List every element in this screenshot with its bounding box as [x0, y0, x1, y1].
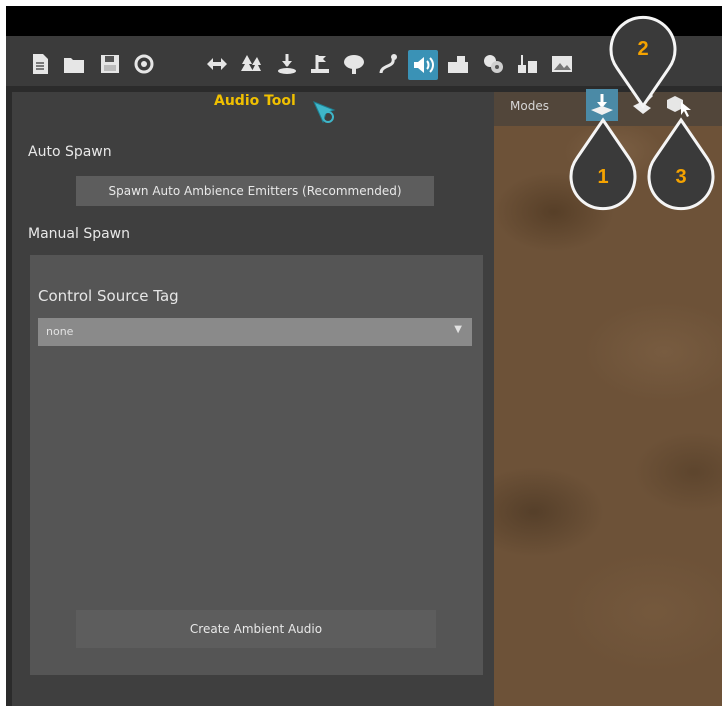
- create-ambient-audio-button[interactable]: Create Ambient Audio: [76, 610, 436, 648]
- mouse-cursor-icon: [312, 100, 338, 130]
- callout-1-number: 1: [597, 166, 608, 188]
- callout-1: 1: [569, 117, 637, 211]
- spawn-auto-ambience-button[interactable]: Spawn Auto Ambience Emitters (Recommende…: [76, 176, 434, 206]
- callout-3: 3: [647, 117, 715, 211]
- gear-group-icon[interactable]: [481, 52, 505, 76]
- image-icon[interactable]: [550, 52, 574, 76]
- callout-2-number: 2: [637, 38, 648, 60]
- control-source-tag-label: Control Source Tag: [38, 287, 179, 305]
- control-source-tag-dropdown[interactable]: none ▼: [38, 318, 472, 346]
- move-icon[interactable]: [205, 52, 229, 76]
- audio-icon[interactable]: [408, 50, 438, 80]
- dropdown-value: none: [46, 325, 74, 338]
- manual-spawn-label: Manual Spawn: [28, 226, 130, 242]
- callout-2: 2: [609, 15, 677, 109]
- decor-icon[interactable]: [308, 52, 332, 76]
- modes-label: Modes: [510, 99, 549, 113]
- panel-title: Audio Tool: [214, 93, 296, 109]
- weights-icon[interactable]: [515, 52, 539, 76]
- auto-spawn-label: Auto Spawn: [28, 144, 112, 160]
- open-folder-icon[interactable]: [62, 52, 86, 76]
- build-icon[interactable]: [446, 52, 470, 76]
- spline-icon[interactable]: [376, 52, 400, 76]
- callout-3-number: 3: [675, 166, 686, 188]
- refresh-icon[interactable]: [132, 52, 156, 76]
- trees-icon[interactable]: [240, 52, 264, 76]
- save-icon[interactable]: [98, 52, 122, 76]
- dropdown-arrow-icon: ▼: [454, 324, 462, 335]
- new-file-icon[interactable]: [28, 52, 52, 76]
- foliage-icon[interactable]: [342, 52, 366, 76]
- placement-icon[interactable]: [275, 52, 299, 76]
